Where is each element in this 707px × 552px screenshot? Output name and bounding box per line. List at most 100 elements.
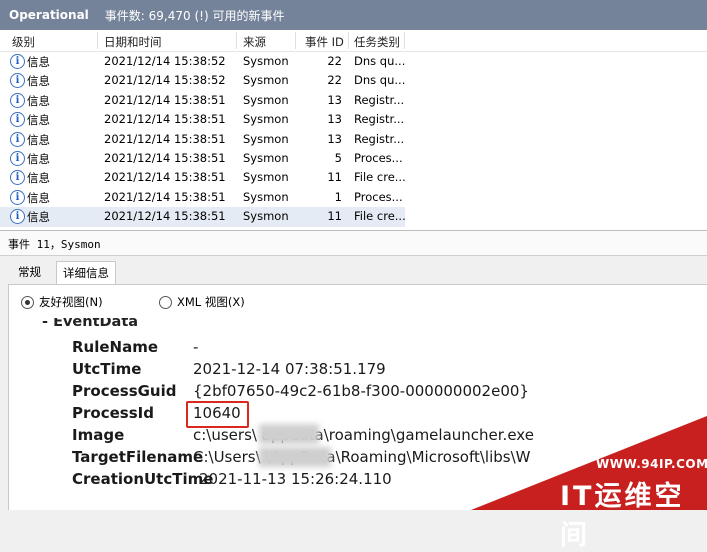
information-icon: i: [10, 170, 25, 186]
watermark-name: IT运维空间: [560, 481, 685, 551]
event-title: 事件 11，Sysmon: [8, 238, 101, 251]
cell-source: Sysmon: [243, 209, 289, 224]
cell-level: 信息: [27, 113, 50, 128]
column-source[interactable]: 来源: [243, 34, 266, 50]
table-row[interactable]: i 信息 2021/12/14 15:38:51 Sysmon 5 Proces...: [0, 149, 707, 168]
cell-date: 2021/12/14 15:38:51: [104, 92, 226, 107]
cell-event-id: 13: [327, 92, 342, 107]
view-mode-bar: 友好视图(N) XML 视图(X): [8, 284, 707, 319]
field-name: RuleName: [72, 338, 159, 356]
cell-date: 2021/12/14 15:38:51: [104, 150, 226, 165]
table-row[interactable]: i 信息 2021/12/14 15:38:52 Sysmon 22 Dns qu...: [0, 52, 707, 71]
cell-task: Proces...: [354, 150, 403, 165]
information-icon: i: [10, 92, 25, 108]
cell-date: 2021/12/14 15:38:51: [104, 209, 226, 224]
information-icon: i: [10, 131, 25, 147]
cell-source: Sysmon: [243, 54, 289, 68]
information-icon: i: [10, 54, 25, 69]
redaction-blur: [259, 447, 331, 467]
cell-source: Sysmon: [243, 189, 289, 204]
column-date[interactable]: 日期和时间: [104, 34, 162, 50]
event-count: 事件数: 69,470 (!) 可用的新事件: [104, 8, 285, 23]
eventdata-section[interactable]: - EventData: [42, 318, 138, 330]
cell-event-id: 13: [327, 131, 342, 146]
event-list-header: 级别 日期和时间 来源 事件 ID 任务类别: [0, 30, 707, 52]
cell-level: 信息: [27, 171, 50, 186]
field-name: Image: [72, 426, 125, 444]
information-icon: i: [10, 112, 25, 128]
cell-date: 2021/12/14 15:38:52: [104, 54, 226, 68]
log-titlebar: Operational 事件数: 69,470 (!) 可用的新事件: [0, 0, 707, 30]
information-icon: i: [10, 189, 25, 205]
information-icon: i: [10, 150, 25, 166]
cell-task: Dns qu...: [354, 54, 406, 68]
log-name: Operational: [9, 8, 89, 22]
event-list[interactable]: 级别 日期和时间 来源 事件 ID 任务类别 i 信息 2021/12/14 15:…: [0, 30, 707, 231]
cell-level: 信息: [27, 55, 50, 69]
radio-unselected-icon: [159, 295, 172, 309]
cell-task: Proces...: [354, 189, 403, 204]
column-level[interactable]: 级别: [12, 34, 35, 50]
cell-source: Sysmon: [243, 170, 289, 185]
cell-date: 2021/12/14 15:38:51: [104, 112, 226, 127]
cell-source: Sysmon: [243, 131, 289, 146]
column-event-id[interactable]: 事件 ID: [305, 34, 344, 50]
cell-level: 信息: [27, 74, 50, 89]
information-icon: i: [10, 209, 25, 225]
watermark-url: WWW.94IP.COM: [596, 457, 707, 471]
table-row[interactable]: i 信息 2021/12/14 15:38:51 Sysmon 11 File cre..…: [0, 168, 707, 187]
cell-level: 信息: [27, 210, 50, 225]
table-row[interactable]: i 信息 2021/12/14 15:38:51 Sysmon 11 File cre..…: [0, 207, 406, 227]
cell-event-id: 13: [327, 112, 342, 127]
field-value: 2021-12-14 07:38:51.179: [193, 360, 386, 378]
field-name: TargetFilename: [72, 448, 204, 466]
cell-event-id: 22: [327, 73, 342, 88]
tab-details[interactable]: 详细信息: [56, 261, 116, 285]
cell-task: File cre...: [354, 209, 406, 224]
redaction-blur: [259, 424, 319, 444]
cell-source: Sysmon: [243, 150, 289, 165]
cell-level: 信息: [27, 190, 50, 205]
field-name: ProcessGuid: [72, 382, 177, 400]
cell-date: 2021/12/14 15:38:51: [104, 131, 226, 146]
table-row[interactable]: i 信息 2021/12/14 15:38:51 Sysmon 13 Registr...: [0, 110, 707, 129]
field-name: ProcessId: [72, 404, 154, 422]
field-value: 2021-11-13 15:26:24.110: [199, 470, 392, 488]
cell-task: Registr...: [354, 112, 405, 127]
cell-event-id: 11: [327, 170, 342, 185]
information-icon: i: [10, 73, 25, 89]
tab-general[interactable]: 常规: [12, 261, 47, 283]
cell-date: 2021/12/14 15:38:51: [104, 189, 226, 204]
cell-task: File cre...: [354, 170, 406, 185]
radio-selected-icon: [21, 295, 34, 309]
xml-view-label: XML 视图(X): [177, 295, 245, 309]
field-name: UtcTime: [72, 360, 142, 378]
cell-level: 信息: [27, 151, 50, 166]
event-detail-header: 事件 11，Sysmon: [0, 231, 707, 256]
field-name: CreationUtcTime: [72, 470, 214, 488]
field-value: -: [193, 338, 199, 356]
table-row[interactable]: i 信息 2021/12/14 15:38:51 Sysmon 13 Registr...: [0, 130, 707, 149]
cell-level: 信息: [27, 93, 50, 108]
table-row[interactable]: i 信息 2021/12/14 15:38:51 Sysmon 1 Proces...: [0, 188, 707, 207]
friendly-view-radio[interactable]: 友好视图(N): [21, 294, 103, 310]
column-task[interactable]: 任务类别: [354, 34, 400, 50]
cell-task: Dns qu...: [354, 73, 406, 88]
cell-date: 2021/12/14 15:38:51: [104, 170, 226, 185]
cell-event-id: 22: [327, 54, 342, 68]
cell-event-id: 11: [327, 209, 342, 224]
friendly-view-label: 友好视图(N): [39, 295, 103, 309]
cell-event-id: 1: [334, 189, 342, 204]
table-row[interactable]: i 信息 2021/12/14 15:38:51 Sysmon 13 Registr...: [0, 91, 707, 110]
cell-level: 信息: [27, 132, 50, 147]
cell-source: Sysmon: [243, 112, 289, 127]
cell-source: Sysmon: [243, 73, 289, 88]
cell-task: Registr...: [354, 92, 405, 107]
xml-view-radio[interactable]: XML 视图(X): [159, 294, 245, 310]
cell-source: Sysmon: [243, 92, 289, 107]
table-row[interactable]: i 信息 2021/12/14 15:38:52 Sysmon 22 Dns qu...: [0, 71, 707, 90]
cell-task: Registr...: [354, 131, 405, 146]
highlight-box: [186, 401, 249, 428]
field-value: {2bf07650-49c2-61b8-f300-000000002e00}: [193, 382, 529, 400]
detail-tabs: 常规 详细信息: [0, 256, 707, 285]
